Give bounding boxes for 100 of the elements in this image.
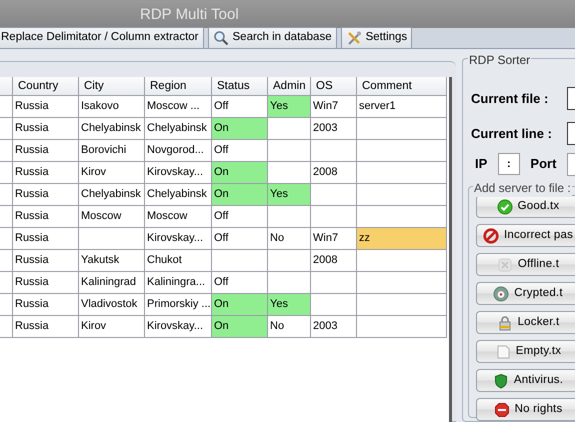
table-cell: [268, 206, 311, 228]
field-label: Current file :: [471, 90, 548, 108]
table-cell: [268, 250, 311, 272]
file-button[interactable]: Offline.t: [476, 253, 575, 276]
table-cell: [0, 316, 13, 338]
table-cell: [0, 272, 13, 294]
table-cell: Kirov: [79, 316, 145, 338]
table-cell: Russia: [13, 228, 79, 250]
table-cell: [311, 184, 357, 206]
table-cell: No: [268, 316, 311, 338]
file-button[interactable]: Locker.t: [476, 311, 575, 334]
file-button[interactable]: Antivirus.: [476, 369, 575, 392]
check-icon: [496, 198, 513, 214]
table-cell: [0, 96, 13, 118]
table-cell: Chelyabinsk: [79, 118, 145, 140]
table-cell: Novgorod...: [145, 140, 212, 162]
tools-icon: [346, 30, 362, 46]
window-title: RDP Multi Tool: [140, 6, 239, 23]
stop-sign-icon: [494, 402, 510, 418]
table-cell: [311, 206, 357, 228]
table-cell: [311, 272, 357, 294]
file-button[interactable]: Good.tx: [476, 195, 575, 218]
tab[interactable]: Replace Delimitator / Column extractor: [0, 27, 204, 48]
table-cell: Russia: [13, 184, 79, 206]
column-header: Status: [212, 77, 268, 96]
table-cell: [0, 294, 13, 316]
table-cell: Off: [212, 228, 268, 250]
table-cell: [0, 118, 13, 140]
table-cell: On: [212, 118, 268, 140]
table-cell: Chukot: [145, 250, 212, 272]
table-cell: On: [212, 294, 268, 316]
search-icon: [212, 30, 228, 46]
table-cell: zz: [357, 228, 447, 250]
table-cell: Yakutsk: [79, 250, 145, 272]
table-cell: Moscow: [145, 206, 212, 228]
table-cell: [268, 140, 311, 162]
table-cell: Kaliningra...: [145, 272, 212, 294]
table-cell: [0, 228, 13, 250]
table-cell: Win7: [311, 96, 357, 118]
table-cell: [0, 184, 13, 206]
table-cell: Russia: [13, 316, 79, 338]
file-button[interactable]: No rights: [476, 398, 575, 421]
file-button[interactable]: Crypted.t: [476, 282, 575, 305]
file-button[interactable]: Incorrect pas: [476, 224, 575, 247]
column-header: [0, 77, 13, 96]
table-cell: [212, 250, 268, 272]
table-cell: Kaliningrad: [79, 272, 145, 294]
column-header: Country: [13, 77, 79, 96]
text-field[interactable]: [567, 87, 575, 110]
table-cell: Off: [212, 206, 268, 228]
table-cell: Vladivostok: [79, 294, 145, 316]
table-cell: Russia: [13, 250, 79, 272]
table-cell: Moscow ...: [145, 96, 212, 118]
forbidden-icon: [482, 228, 499, 244]
cross-icon: [496, 256, 513, 272]
table-cell: [311, 140, 357, 162]
ip-field[interactable]: :: [498, 153, 520, 175]
table-cell: Russia: [13, 96, 79, 118]
tab[interactable]: Settings: [340, 27, 412, 48]
table-cell: 2008: [311, 250, 357, 272]
table-cell: 2008: [311, 162, 357, 184]
table-cell: Yes: [268, 96, 311, 118]
column-header: Comment: [357, 77, 447, 96]
table-cell: Kirov: [79, 162, 145, 184]
table-cell: 2003: [311, 316, 357, 338]
table-cell: Kirovskay...: [145, 228, 212, 250]
table-cell: Moscow: [79, 206, 145, 228]
table-cell: On: [212, 162, 268, 184]
table-cell: Russia: [13, 140, 79, 162]
table-cell: [0, 206, 13, 228]
table-cell: 2003: [311, 118, 357, 140]
field-label: Current line :: [471, 124, 552, 143]
table-cell: [0, 162, 13, 184]
column-header: Admin: [268, 77, 311, 96]
port-field[interactable]: [566, 152, 575, 176]
padlock-icon: [496, 314, 513, 330]
table-cell: Russia: [13, 272, 79, 294]
table-cell: Russia: [13, 118, 79, 140]
table-cell: [0, 250, 13, 272]
table-cell: Yes: [268, 294, 311, 316]
table-cell: server1: [357, 96, 447, 118]
field-label: IP: [475, 155, 488, 174]
shield-icon: [492, 372, 509, 388]
table-cell: Borovichi: [79, 140, 145, 162]
dial-icon: [493, 286, 510, 302]
table-cell: [79, 228, 145, 250]
table-cell: Russia: [13, 162, 79, 184]
column-header: OS: [311, 77, 357, 96]
text-field[interactable]: [567, 122, 575, 145]
table-cell: No: [268, 228, 311, 250]
tab[interactable]: Search in database: [208, 27, 337, 48]
table-cell: Isakovo: [79, 96, 145, 118]
table-cell: Russia: [13, 206, 79, 228]
table-cell: On: [212, 184, 268, 206]
table-cell: [311, 294, 357, 316]
table-cell: [268, 118, 311, 140]
file-button[interactable]: Empty.tx: [476, 340, 575, 363]
table-cell: Chelyabinsk: [79, 184, 145, 206]
column-header: City: [79, 77, 145, 96]
table-cell: [0, 140, 13, 162]
